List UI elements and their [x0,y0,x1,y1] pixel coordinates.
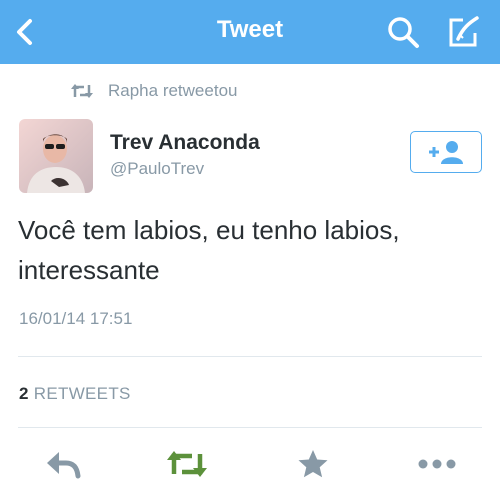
tweet-text-line: interessante [18,255,160,285]
chevron-left-icon [17,19,32,45]
back-button[interactable] [6,12,46,52]
compose-icon [449,16,479,47]
retweet-icon [167,451,207,477]
page-title: Tweet [216,16,284,43]
retweet-icon [71,84,93,98]
retweeted-by-label: Rapha retweetou [108,81,238,100]
divider [18,427,482,428]
divider [18,356,482,357]
retweet-count: 2 [19,384,29,403]
retweet-stats[interactable]: 2 RETWEETS [19,384,131,404]
search-icon [388,17,419,48]
tweet-text-line: Você tem labios, eu tenho labios, [18,215,400,245]
navigation-bar: Tweet [0,0,500,64]
author-handle[interactable]: @PauloTrev [110,159,204,179]
reply-icon [47,452,81,479]
retweet-button[interactable] [164,444,210,484]
add-user-icon [429,141,463,164]
tweet-timestamp: 16/01/14 17:51 [19,309,133,328]
author-name[interactable]: Trev Anaconda [110,131,260,155]
more-button[interactable] [414,444,460,484]
avatar[interactable] [19,119,93,193]
reply-button[interactable] [40,444,86,484]
follow-button[interactable] [410,131,482,173]
tweet-text: Você tem labios, eu tenho labios, intere… [18,210,483,290]
favorite-button[interactable] [290,444,336,484]
more-dots-icon [418,459,456,469]
star-icon [298,450,328,478]
compose-button[interactable] [443,12,483,52]
search-button[interactable] [383,12,423,52]
retweet-context[interactable]: Rapha retweetou [70,80,237,102]
user-avatar [19,119,93,193]
retweet-count-label: RETWEETS [33,384,131,403]
